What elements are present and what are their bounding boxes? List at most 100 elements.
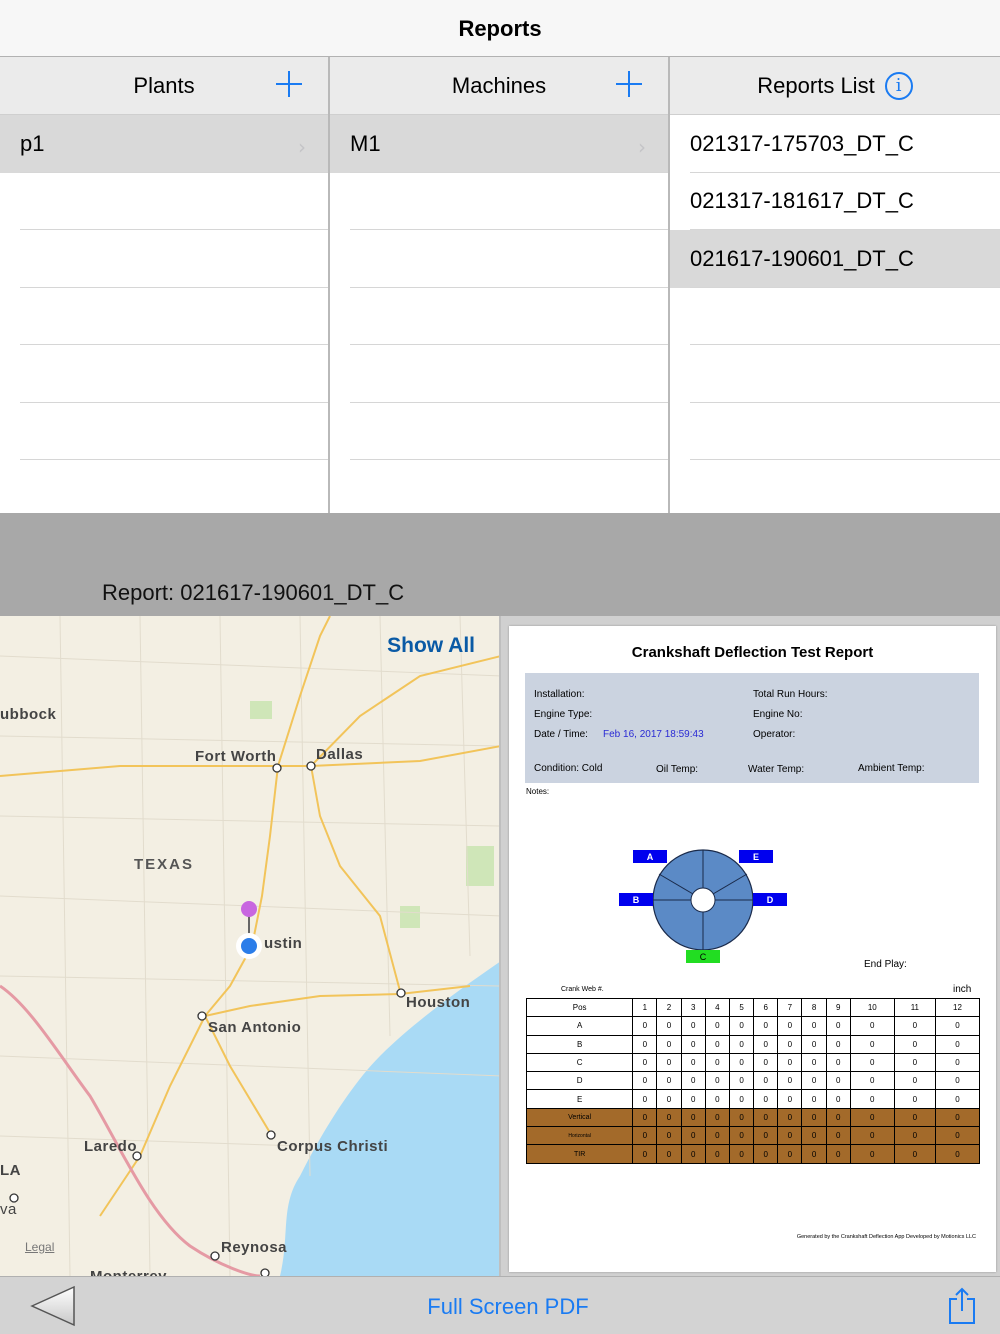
value-cell: 8 <box>801 997 827 1018</box>
row-label-cell: D <box>525 1071 634 1091</box>
machine-row[interactable]: M1 › <box>330 115 668 173</box>
value-cell: 0 <box>801 1089 827 1109</box>
value-cell: 0 <box>935 1016 980 1036</box>
value-cell: 0 <box>753 1107 779 1128</box>
empty-row <box>0 345 328 403</box>
empty-row <box>330 173 668 231</box>
value-cell: 0 <box>935 1052 980 1073</box>
marker-d-label: D <box>766 895 774 905</box>
report-row-selected[interactable]: 021617-190601_DT_C <box>670 230 1000 288</box>
value-cell: 0 <box>704 1126 730 1146</box>
show-all-button[interactable]: Show All <box>387 634 475 658</box>
value-cell: 0 <box>777 1016 803 1036</box>
pdf-title: Crankshaft Deflection Test Report <box>631 644 874 661</box>
city-label: Dallas <box>316 746 364 763</box>
add-plant-icon[interactable] <box>276 71 302 97</box>
value-cell: 0 <box>777 1052 803 1073</box>
value-cell: 0 <box>753 1034 779 1054</box>
value-cell: 0 <box>656 1126 682 1146</box>
value-cell: 0 <box>632 1144 658 1164</box>
pdf-preview[interactable]: Crankshaft Deflection Test Report Instal… <box>501 616 1000 1276</box>
pdf-footer: Generated by the Crankshaft Deflection A… <box>796 1234 976 1240</box>
nav-title: Reports <box>458 16 542 41</box>
plants-column: Plants p1 › <box>0 57 330 513</box>
value-cell: 0 <box>656 1034 682 1054</box>
value-cell: 0 <box>680 1126 706 1146</box>
table-row: B000000000000 <box>525 1034 980 1054</box>
state-label: TEXAS <box>134 856 195 873</box>
value-cell: 0 <box>893 1144 937 1164</box>
value-cell: 0 <box>753 1016 779 1036</box>
empty-row <box>0 230 328 288</box>
plant-row-label: p1 <box>20 130 45 156</box>
water-temp-label: Water Temp: <box>748 764 805 775</box>
row-label-cell: E <box>525 1089 634 1109</box>
city-label: Monterrey <box>90 1268 167 1276</box>
value-cell: 5 <box>728 997 755 1018</box>
value-cell: 0 <box>632 1107 658 1128</box>
value-cell: 0 <box>632 1071 658 1091</box>
table-row: C000000000000 <box>525 1052 980 1073</box>
value-cell: 0 <box>935 1126 980 1146</box>
report-row-label: 021617-190601_DT_C <box>690 245 914 271</box>
value-cell: 0 <box>849 1071 895 1091</box>
plants-header: Plants <box>0 57 328 115</box>
deflection-table: Pos 1 2 3 4 5 6 7 8 9 10 11 12 A 0 0 0 0 0 0 0 0 0 0 0 0 B 0 0 0 0 0 0 0 0… <box>525 997 980 1164</box>
value-cell: 0 <box>656 1071 682 1091</box>
plant-row[interactable]: p1 › <box>0 115 328 173</box>
report-row[interactable]: 021317-181617_DT_C <box>670 173 1000 231</box>
map-view[interactable]: Show All ubbock Fort Worth Dallas TEXAS … <box>0 616 501 1276</box>
row-label-cell: C <box>525 1052 634 1073</box>
info-icon[interactable]: i <box>884 71 913 100</box>
machines-header: Machines <box>330 57 668 115</box>
table-row: E000000000000 <box>525 1089 980 1109</box>
value-cell: 0 <box>704 1052 730 1073</box>
city-label: Corpus Christi <box>277 1138 389 1155</box>
legal-link[interactable]: Legal <box>25 1240 54 1254</box>
reports-header-label: Reports List <box>757 72 875 98</box>
report-row[interactable]: 021317-175703_DT_C <box>670 115 1000 173</box>
reports-column: Reports List i 021317-175703_DT_C 021317… <box>670 57 1000 513</box>
marker-b-label: B <box>632 895 640 905</box>
crank-hub <box>690 887 716 913</box>
unit-label: inch <box>953 984 972 995</box>
empty-row <box>670 345 1000 403</box>
notes-label: Notes: <box>526 787 550 796</box>
ambient-temp-label: Ambient Temp: <box>858 763 925 774</box>
park-area <box>250 701 272 719</box>
value-cell: 0 <box>935 1071 980 1091</box>
value-cell: 0 <box>935 1089 980 1109</box>
empty-row <box>330 460 668 513</box>
full-screen-pdf-button[interactable]: Full Screen PDF <box>0 1294 1000 1320</box>
value-cell: 0 <box>680 1052 706 1073</box>
value-cell: 0 <box>728 1107 755 1128</box>
value-cell: 11 <box>893 997 937 1018</box>
value-cell: 0 <box>753 1126 779 1146</box>
value-cell: 0 <box>656 1016 682 1036</box>
value-cell: 3 <box>680 997 706 1018</box>
share-icon[interactable] <box>946 1287 978 1325</box>
add-machine-icon[interactable] <box>616 71 642 97</box>
value-cell: 0 <box>893 1107 937 1128</box>
value-cell: 0 <box>728 1126 755 1146</box>
value-cell: 0 <box>801 1052 827 1073</box>
value-cell: 0 <box>825 1144 851 1164</box>
report-detail-band: Report: 021617-190601_DT_C <box>0 513 1000 616</box>
value-cell: 1 <box>632 997 658 1018</box>
value-cell: 0 <box>849 1144 895 1164</box>
report-title: Report: 021617-190601_DT_C <box>102 580 405 605</box>
value-cell: 0 <box>704 1016 730 1036</box>
value-cell: 0 <box>935 1144 980 1164</box>
value-cell: 0 <box>777 1034 803 1054</box>
value-cell: 0 <box>825 1107 851 1128</box>
installation-label: Installation: <box>534 689 585 700</box>
empty-row <box>670 288 1000 346</box>
pdf-page: Crankshaft Deflection Test Report Instal… <box>509 626 996 1272</box>
value-cell: 0 <box>777 1144 803 1164</box>
value-cell: 0 <box>893 1034 937 1054</box>
value-cell: 0 <box>680 1144 706 1164</box>
browser-columns: Plants p1 › Machines M1 › Reports List i… <box>0 57 1000 513</box>
city-label: va <box>0 1201 17 1218</box>
table-row: D000000000000 <box>525 1071 980 1091</box>
value-cell: 0 <box>893 1126 937 1146</box>
